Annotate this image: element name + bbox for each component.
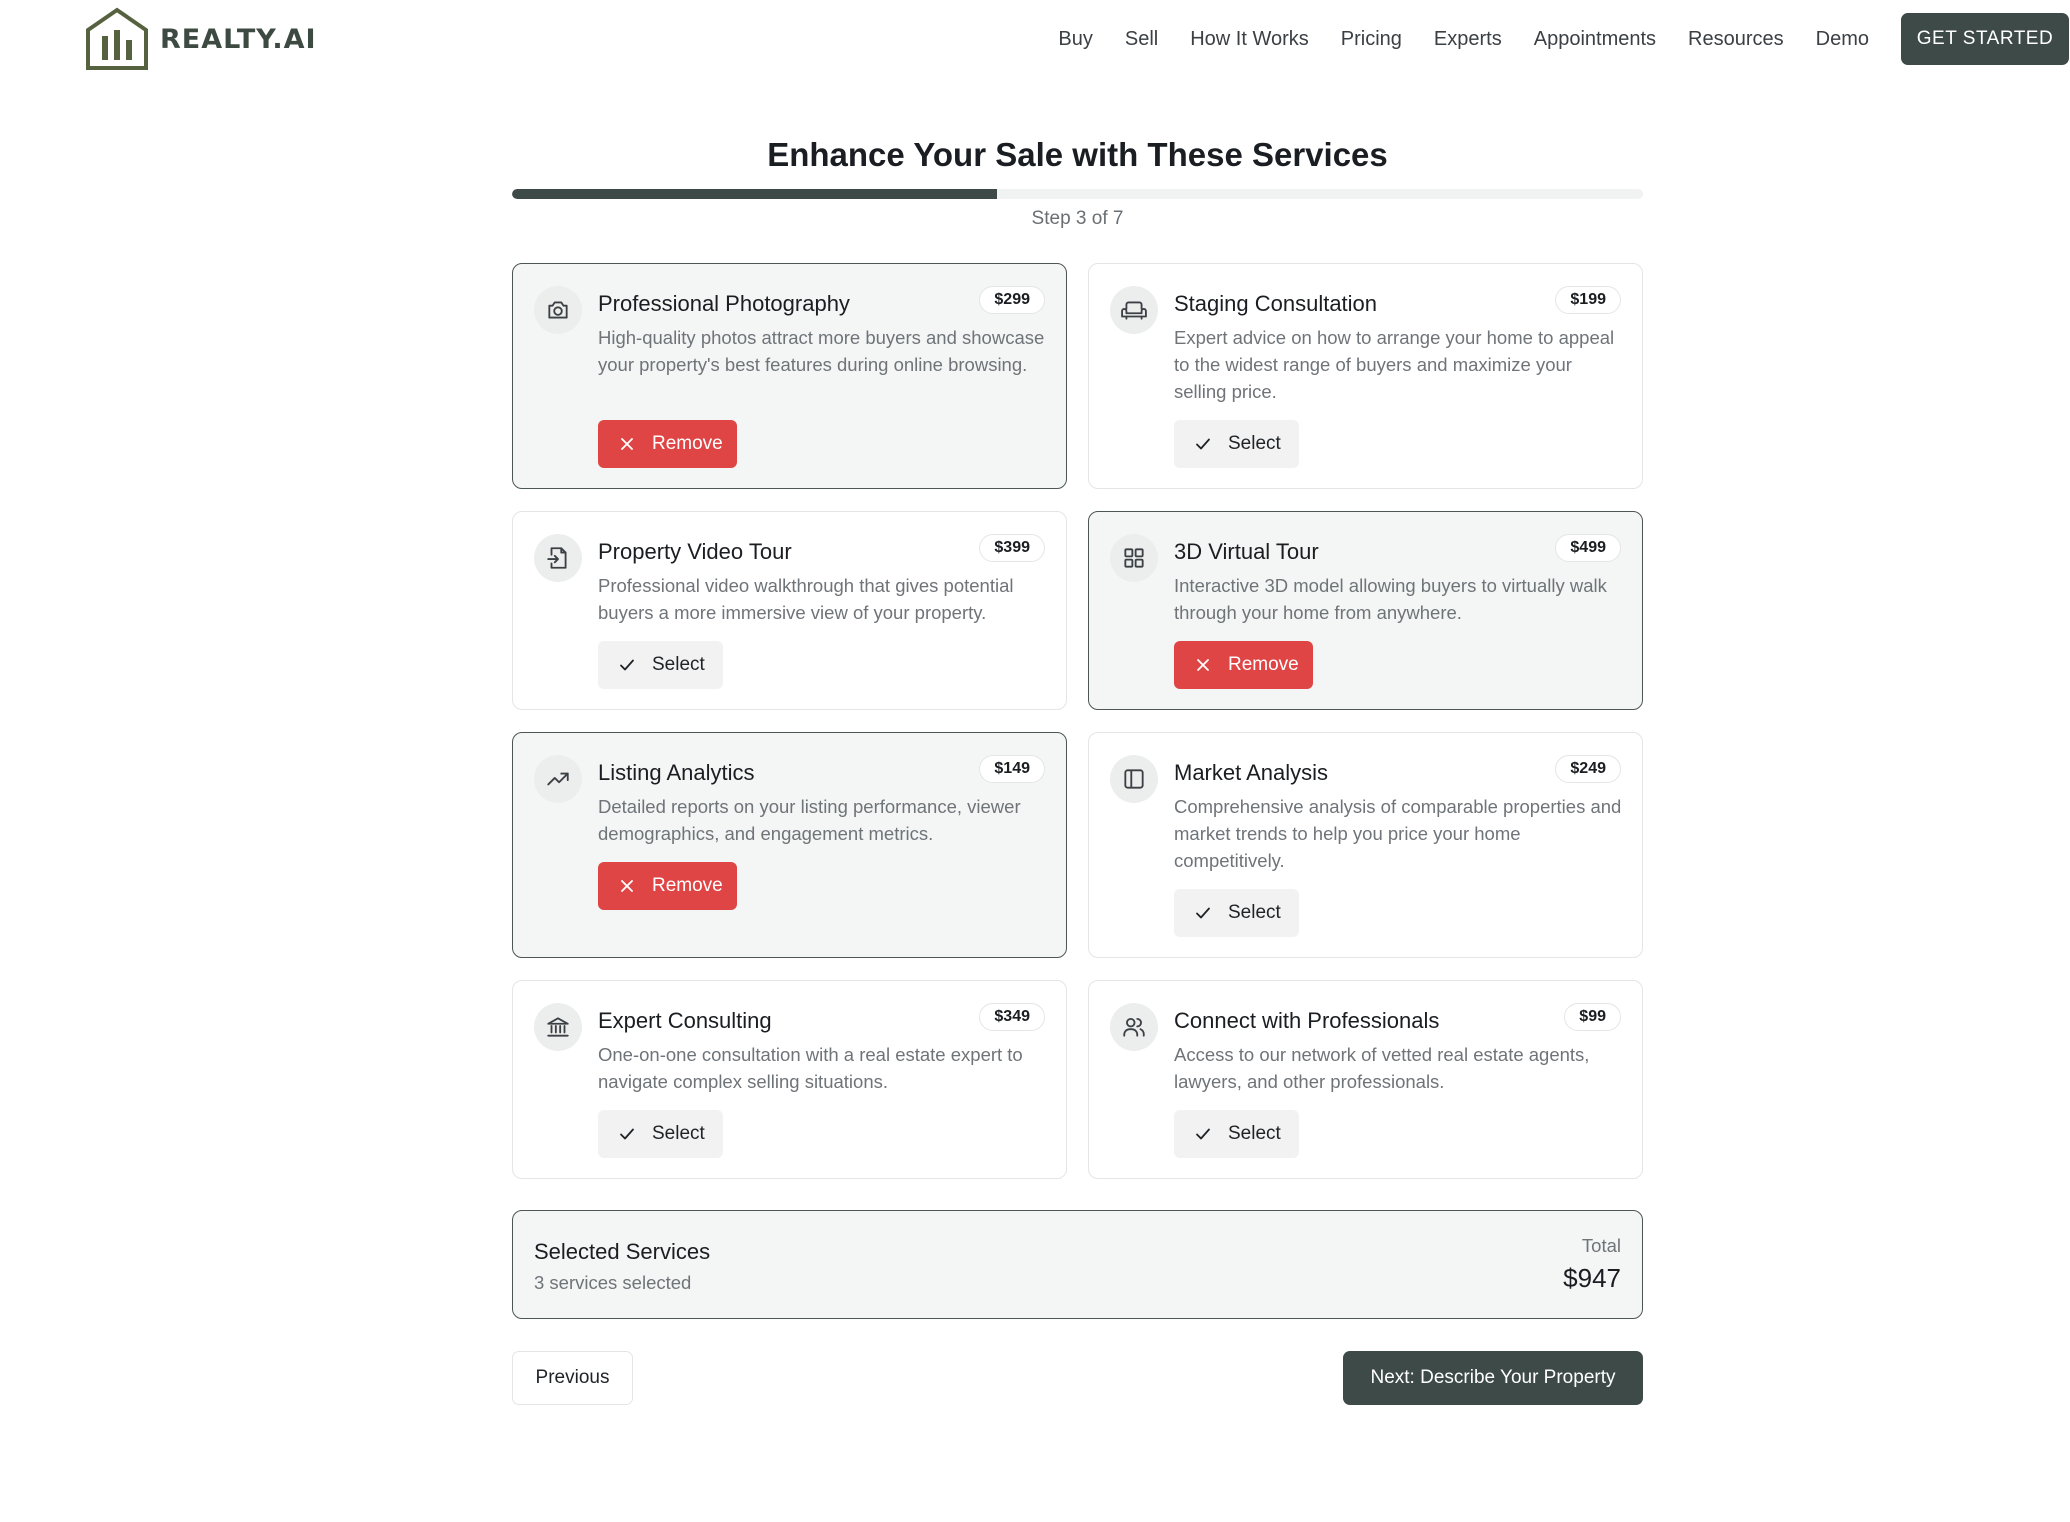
button-label: Select xyxy=(1228,433,1281,454)
select-button[interactable]: Select xyxy=(1174,420,1299,468)
remove-button[interactable]: Remove xyxy=(598,862,737,910)
service-card-listing-analytics: Listing Analytics $149 Detailed reports … xyxy=(512,732,1067,958)
total-amount: $947 xyxy=(1563,1263,1621,1293)
price-badge: $299 xyxy=(979,286,1045,314)
step-progress-bar xyxy=(512,189,1643,199)
service-description: One-on-one consultation with a real esta… xyxy=(598,1044,1023,1092)
nav-demo[interactable]: Demo xyxy=(1816,28,1869,51)
page-title: Enhance Your Sale with These Services xyxy=(767,136,1388,173)
service-title: 3D Virtual Tour xyxy=(1174,539,1319,564)
check-icon xyxy=(1196,907,1210,919)
button-label: Remove xyxy=(652,433,723,454)
camera-icon xyxy=(534,286,582,334)
close-icon xyxy=(1197,659,1209,671)
service-card-market-analysis: Market Analysis $249 Comprehensive analy… xyxy=(1088,732,1643,958)
house-logo-icon xyxy=(86,7,148,70)
nav-resources[interactable]: Resources xyxy=(1688,28,1784,51)
progress-fill xyxy=(512,189,997,199)
price-badge: $199 xyxy=(1555,286,1621,314)
service-description: Expert advice on how to arrange your hom… xyxy=(1174,327,1615,402)
button-label: Remove xyxy=(1228,654,1299,675)
service-title: Professional Photography xyxy=(598,291,850,316)
check-icon xyxy=(620,659,634,671)
service-description: High-quality photos attract more buyers … xyxy=(598,327,1045,375)
selected-count: 3 services selected xyxy=(534,1272,692,1293)
brand-name: REALTY.AI xyxy=(160,23,317,55)
get-started-button[interactable]: GET STARTED xyxy=(1901,13,2069,65)
service-card-professional-photography: Professional Photography $299 High-quali… xyxy=(512,263,1067,489)
close-icon xyxy=(621,880,633,892)
close-icon xyxy=(621,438,633,450)
service-title: Listing Analytics xyxy=(598,760,755,785)
main-nav: Buy Sell How It Works Pricing Experts Ap… xyxy=(1058,13,2069,65)
service-card-3d-virtual-tour: 3D Virtual Tour $499 Interactive 3D mode… xyxy=(1088,511,1643,710)
service-card-property-video-tour: Property Video Tour $399 Professional vi… xyxy=(512,511,1067,710)
service-description: Interactive 3D model allowing buyers to … xyxy=(1174,575,1607,623)
nav-sell[interactable]: Sell xyxy=(1125,28,1158,51)
brand-logo[interactable]: REALTY.AI xyxy=(84,6,317,72)
price-badge: $349 xyxy=(979,1003,1045,1031)
check-icon xyxy=(620,1128,634,1140)
service-description: Comprehensive analysis of comparable pro… xyxy=(1174,796,1622,871)
service-title: Property Video Tour xyxy=(598,539,792,564)
selected-services-summary: Selected Services 3 services selected To… xyxy=(512,1210,1643,1319)
price-badge: $499 xyxy=(1555,534,1621,562)
select-button[interactable]: Select xyxy=(598,1110,723,1158)
service-card-connect-with-professionals: Connect with Professionals $99 Access to… xyxy=(1088,980,1643,1179)
button-label: Select xyxy=(1228,902,1281,923)
nav-experts[interactable]: Experts xyxy=(1434,28,1502,51)
select-button[interactable]: Select xyxy=(1174,889,1299,937)
select-button[interactable]: Select xyxy=(1174,1110,1299,1158)
check-icon xyxy=(1196,438,1210,450)
button-label: Select xyxy=(652,1123,705,1144)
service-title: Staging Consultation xyxy=(1174,291,1378,316)
service-title: Market Analysis xyxy=(1174,760,1329,785)
summary-title: Selected Services xyxy=(534,1239,711,1264)
button-label: Remove xyxy=(652,875,723,896)
service-description: Detailed reports on your listing perform… xyxy=(598,796,1021,844)
button-label: Select xyxy=(1228,1123,1281,1144)
file-import-icon xyxy=(534,534,582,582)
site-header: REALTY.AI Buy Sell How It Works Pricing … xyxy=(0,0,2070,80)
remove-button[interactable]: Remove xyxy=(1174,641,1313,689)
panel-icon xyxy=(1110,755,1158,803)
nav-pricing[interactable]: Pricing xyxy=(1341,28,1402,51)
trending-up-icon xyxy=(534,755,582,803)
nav-how-it-works[interactable]: How It Works xyxy=(1190,28,1309,51)
nav-appointments[interactable]: Appointments xyxy=(1534,28,1656,51)
service-title: Connect with Professionals xyxy=(1174,1008,1440,1033)
service-card-expert-consulting: Expert Consulting $349 One-on-one consul… xyxy=(512,980,1067,1179)
users-icon xyxy=(1110,1003,1158,1051)
sofa-icon xyxy=(1110,286,1158,334)
grid-icon xyxy=(1110,534,1158,582)
service-description: Access to our network of vetted real est… xyxy=(1174,1044,1590,1092)
price-badge: $99 xyxy=(1564,1003,1621,1031)
check-icon xyxy=(1196,1128,1210,1140)
bank-icon xyxy=(534,1003,582,1051)
previous-button[interactable]: Previous xyxy=(512,1351,633,1405)
service-title: Expert Consulting xyxy=(598,1008,772,1033)
total-label: Total xyxy=(1581,1235,1621,1256)
remove-button[interactable]: Remove xyxy=(598,420,737,468)
button-label: Select xyxy=(652,654,705,675)
price-badge: $149 xyxy=(979,755,1045,783)
step-indicator: Step 3 of 7 xyxy=(1031,208,1124,229)
service-description: Professional video walkthrough that give… xyxy=(598,575,1014,623)
service-card-staging-consultation: Staging Consultation $199 Expert advice … xyxy=(1088,263,1643,489)
price-badge: $399 xyxy=(979,534,1045,562)
next-button[interactable]: Next: Describe Your Property xyxy=(1343,1351,1643,1405)
nav-buy[interactable]: Buy xyxy=(1058,28,1092,51)
select-button[interactable]: Select xyxy=(598,641,723,689)
price-badge: $249 xyxy=(1555,755,1621,783)
